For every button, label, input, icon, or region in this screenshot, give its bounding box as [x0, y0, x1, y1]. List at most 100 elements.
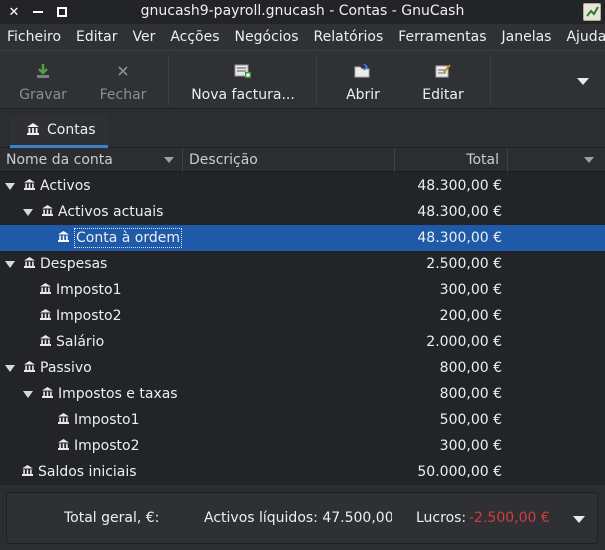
account-name: Conta à ordem — [74, 228, 182, 248]
app-logo-icon — [583, 3, 601, 21]
account-name: Imposto2 — [74, 438, 140, 454]
summary-dropdown-icon[interactable] — [573, 516, 585, 523]
account-total: 800,00 € — [439, 386, 502, 402]
profit-value: -2.500,00 € — [469, 510, 550, 526]
account-total: 300,00 € — [439, 438, 502, 454]
account-name: Activos — [40, 178, 91, 194]
new-invoice-icon — [234, 61, 252, 81]
expander-icon[interactable] — [5, 260, 15, 268]
accounts-bank-icon — [26, 122, 40, 139]
account-row[interactable]: Imposto2 200,00 € — [0, 303, 605, 329]
toolbar-separator — [490, 55, 491, 105]
account-row[interactable]: Saldos iniciais 50.000,00 € — [0, 459, 605, 485]
menu-ajuda[interactable]: Ajuda — [559, 24, 605, 51]
account-icon — [23, 173, 36, 199]
account-icon — [39, 329, 52, 355]
account-total: 50.000,00 € — [417, 464, 502, 480]
account-name: Activos actuais — [58, 204, 164, 220]
column-selector[interactable] — [508, 148, 605, 172]
open-label: Abrir — [346, 87, 380, 103]
account-icon — [57, 225, 70, 251]
toolbar-separator — [316, 55, 317, 105]
save-label: Gravar — [19, 87, 67, 103]
toolbar: Gravar Fechar Nova factura... Abrir Edit… — [0, 51, 605, 109]
account-icon — [23, 355, 36, 381]
open-folder-icon — [354, 61, 372, 81]
title-bar: ✕ gnucash9-payroll.gnucash - Contas - Gn… — [0, 0, 605, 24]
account-name: Passivo — [40, 360, 92, 376]
account-icon — [41, 199, 54, 225]
maximize-window-icon[interactable] — [52, 2, 72, 22]
column-header-description[interactable]: Descrição — [183, 148, 395, 172]
account-icon — [23, 251, 36, 277]
menu-negocios[interactable]: Negócios — [228, 24, 307, 51]
account-total: 2.500,00 € — [426, 256, 502, 272]
menu-relatorios[interactable]: Relatórios — [307, 24, 392, 51]
account-name: Despesas — [40, 256, 108, 272]
minimize-window-icon[interactable] — [28, 2, 48, 22]
account-row-selected[interactable]: Conta à ordem 48.300,00 € — [0, 225, 605, 251]
column-header-name[interactable]: Nome da conta — [0, 148, 183, 172]
menu-janelas[interactable]: Janelas — [495, 24, 560, 51]
tab-contas[interactable]: Contas — [10, 115, 108, 148]
account-icon — [57, 407, 70, 433]
account-total: 200,00 € — [439, 308, 502, 324]
account-row[interactable]: Imposto1 300,00 € — [0, 277, 605, 303]
summary-label: Total geral, €: — [64, 510, 160, 526]
open-button[interactable]: Abrir — [334, 51, 392, 109]
account-row[interactable]: Despesas 2.500,00 € — [0, 251, 605, 277]
column-header-total-label: Total — [466, 152, 499, 168]
expander-icon[interactable] — [5, 364, 15, 372]
expander-icon[interactable] — [23, 390, 33, 398]
menu-editar[interactable]: Editar — [69, 24, 125, 51]
save-button[interactable]: Gravar — [14, 51, 72, 109]
close-button[interactable]: Fechar — [94, 51, 152, 109]
column-chooser-icon — [584, 157, 594, 163]
tree-header: Nome da conta Descrição Total — [0, 148, 605, 172]
account-total: 48.300,00 € — [417, 204, 502, 220]
menu-ferramentas[interactable]: Ferramentas — [391, 24, 494, 51]
account-icon — [41, 381, 54, 407]
tab-bar: Contas — [0, 110, 605, 148]
account-row[interactable]: Activos 48.300,00 € — [0, 173, 605, 199]
menu-bar: Ficheiro Editar Ver Acções Negócios Rela… — [0, 24, 605, 51]
close-icon — [117, 61, 129, 81]
account-icon — [57, 433, 70, 459]
account-row[interactable]: Imposto2 300,00 € — [0, 433, 605, 459]
account-row[interactable]: Passivo 800,00 € — [0, 355, 605, 381]
profit-label: Lucros: — [416, 510, 467, 526]
menu-ver[interactable]: Ver — [125, 24, 163, 51]
account-total: 500,00 € — [439, 412, 502, 428]
account-total: 300,00 € — [439, 282, 502, 298]
close-label: Fechar — [99, 87, 147, 103]
new-invoice-label: Nova factura... — [191, 87, 295, 103]
account-row[interactable]: Imposto1 500,00 € — [0, 407, 605, 433]
expander-icon[interactable] — [23, 208, 33, 216]
edit-icon — [434, 61, 452, 81]
account-name: Imposto2 — [56, 308, 122, 324]
close-window-icon[interactable]: ✕ — [4, 2, 24, 22]
account-row[interactable]: Activos actuais 48.300,00 € — [0, 199, 605, 225]
edit-button[interactable]: Editar — [414, 51, 472, 109]
toolbar-overflow-icon[interactable] — [577, 78, 589, 85]
new-invoice-button[interactable]: Nova factura... — [186, 51, 300, 109]
account-name: Imposto1 — [74, 412, 140, 428]
account-icon — [21, 459, 34, 485]
column-header-description-label: Descrição — [189, 152, 258, 168]
net-assets: Activos líquidos: 47.500,00 € — [204, 510, 392, 526]
account-icon — [39, 277, 52, 303]
tab-label: Contas — [47, 122, 96, 138]
menu-ficheiro[interactable]: Ficheiro — [0, 24, 69, 51]
save-icon — [35, 61, 51, 81]
account-total: 48.300,00 € — [417, 178, 502, 194]
column-header-total[interactable]: Total — [395, 148, 508, 172]
account-row[interactable]: Impostos e taxas 800,00 € — [0, 381, 605, 407]
account-total: 48.300,00 € — [417, 230, 502, 246]
account-name: Saldos iniciais — [38, 464, 137, 480]
account-name: Imposto1 — [56, 282, 122, 298]
menu-accoes[interactable]: Acções — [163, 24, 227, 51]
expander-icon[interactable] — [5, 182, 15, 190]
account-name: Impostos e taxas — [58, 386, 178, 402]
sort-arrow-icon — [164, 157, 174, 163]
account-row[interactable]: Salário 2.000,00 € — [0, 329, 605, 355]
